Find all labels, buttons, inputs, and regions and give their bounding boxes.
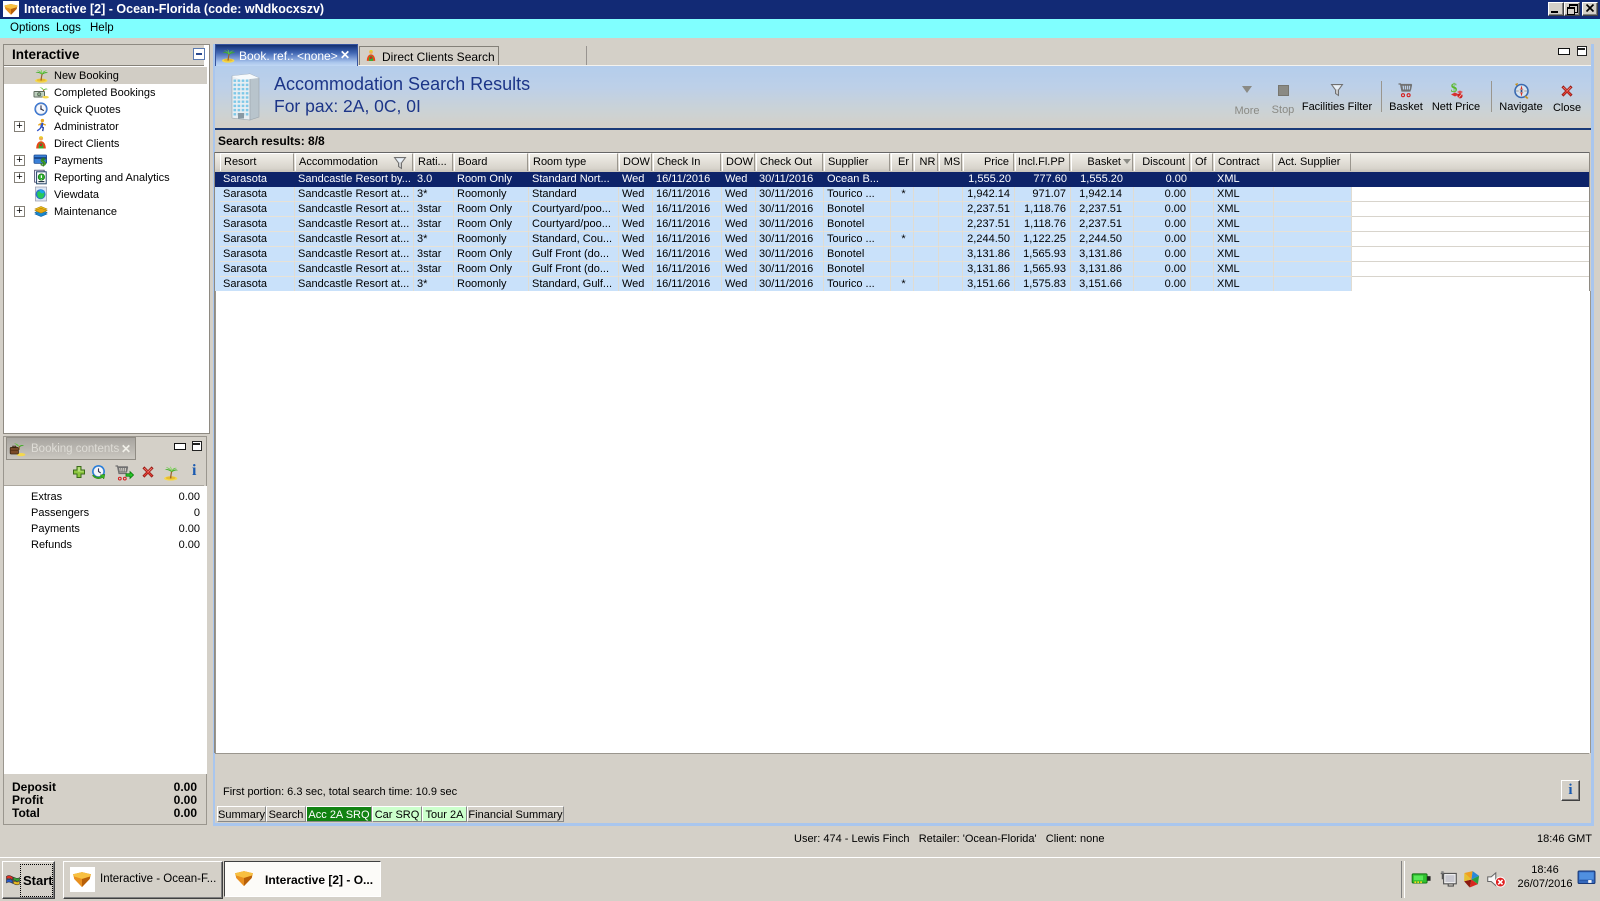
- svg-text:$: $: [40, 156, 46, 168]
